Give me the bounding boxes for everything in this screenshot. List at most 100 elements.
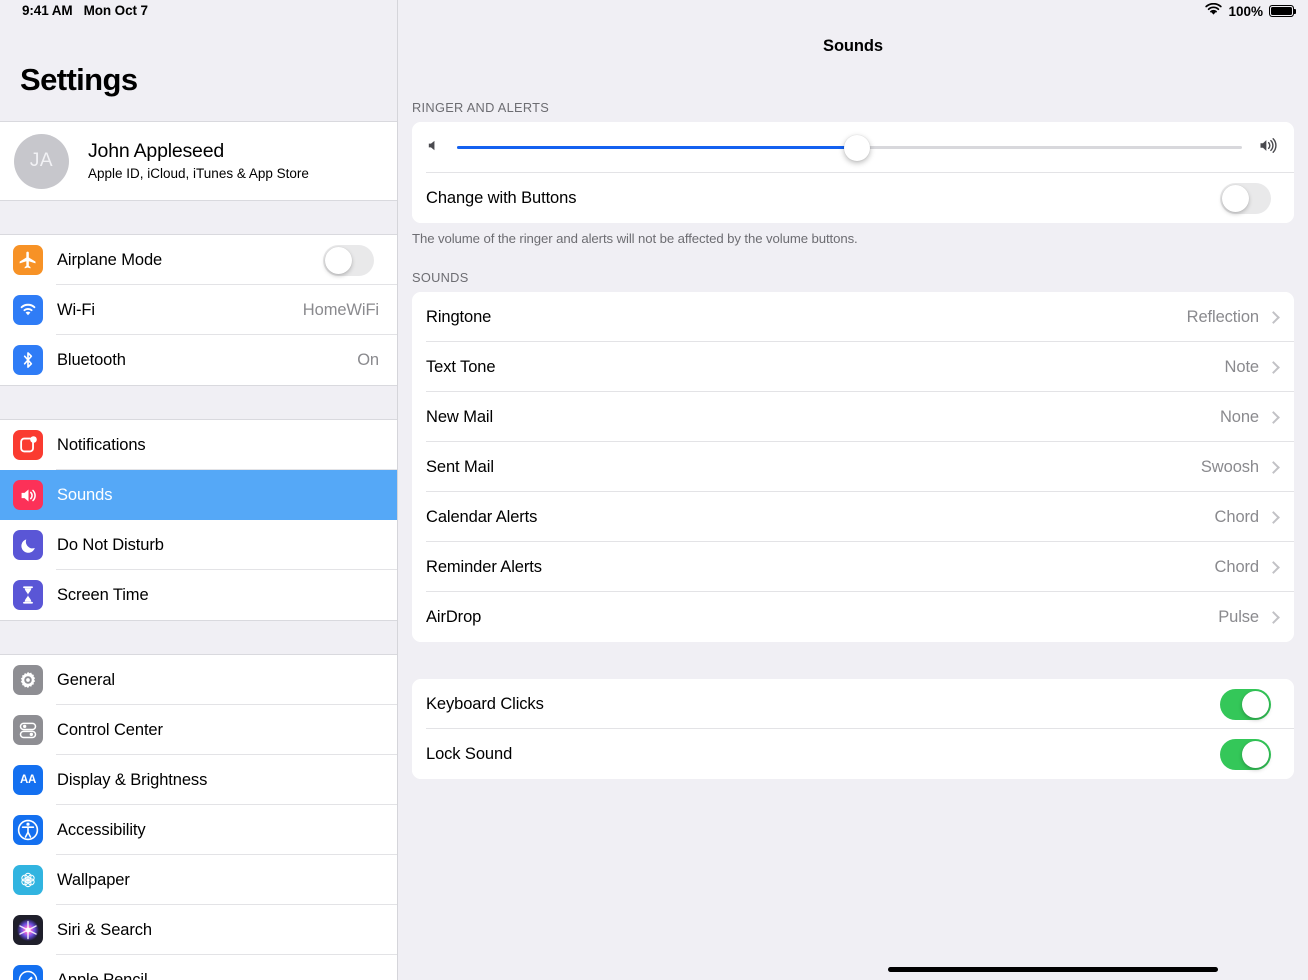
profile-text: John Appleseed Apple ID, iCloud, iTunes … <box>88 139 309 184</box>
chevron-right-icon <box>1267 310 1280 324</box>
sidebar-item-label: Siri & Search <box>57 920 152 939</box>
sidebar-item-bluetooth[interactable]: Bluetooth On <box>0 335 397 385</box>
chevron-right-icon <box>1267 360 1280 374</box>
wifi-icon <box>13 295 43 325</box>
gear-icon <box>13 665 43 695</box>
sound-row-label: Calendar Alerts <box>426 507 538 526</box>
speaker-low-icon <box>426 138 441 158</box>
sidebar-group-alerts: Notifications Sounds Do Not Disturb Scre… <box>0 419 397 621</box>
sidebar-item-screen-time[interactable]: Screen Time <box>0 570 397 620</box>
volume-slider-track[interactable] <box>457 134 1242 161</box>
table-row[interactable]: Calendar Alerts Chord <box>412 492 1294 542</box>
chevron-right-icon <box>1267 560 1280 574</box>
sound-row-label: Text Tone <box>426 357 496 376</box>
table-row[interactable]: Sent Mail Swoosh <box>412 442 1294 492</box>
apple-id-profile-row[interactable]: JA John Appleseed Apple ID, iCloud, iTun… <box>0 121 397 201</box>
sidebar-item-wifi[interactable]: Wi-Fi HomeWiFi <box>0 285 397 335</box>
ringer-section-footer: The volume of the ringer and alerts will… <box>412 231 858 246</box>
table-row[interactable]: New Mail None <box>412 392 1294 442</box>
sidebar-item-apple-pencil[interactable]: Apple Pencil <box>0 955 397 980</box>
sidebar-item-label: Wallpaper <box>57 870 130 889</box>
change-with-buttons-label: Change with Buttons <box>426 188 577 207</box>
sidebar-item-value: HomeWiFi <box>302 300 379 319</box>
sidebar-item-label: Accessibility <box>57 820 146 839</box>
sidebar-group-connectivity: Airplane Mode Wi-Fi HomeWiFi Bluetooth O… <box>0 234 397 386</box>
accessibility-icon <box>13 815 43 845</box>
apple-pencil-icon <box>13 965 43 980</box>
volume-slider-fill <box>457 146 858 149</box>
sound-row-label: New Mail <box>426 407 494 426</box>
table-row[interactable]: Reminder Alerts Chord <box>412 542 1294 592</box>
sidebar-item-airplane-mode[interactable]: Airplane Mode <box>0 235 397 285</box>
sound-toggles-card: Keyboard Clicks Lock Sound <box>412 679 1294 779</box>
sound-row-value: None <box>1219 407 1259 426</box>
table-row[interactable]: Text Tone Note <box>412 342 1294 392</box>
sounds-card: Ringtone Reflection Text Tone Note New M… <box>412 292 1294 642</box>
sidebar-item-label: General <box>57 670 116 689</box>
lock-sound-switch[interactable] <box>1220 738 1271 770</box>
profile-subtitle: Apple ID, iCloud, iTunes & App Store <box>88 165 309 181</box>
lock-sound-row[interactable]: Lock Sound <box>412 729 1294 779</box>
avatar: JA <box>14 133 69 189</box>
table-row[interactable]: AirDrop Pulse <box>412 592 1294 642</box>
sidebar-item-label: Wi-Fi <box>57 300 95 319</box>
switch-knob <box>1242 740 1269 768</box>
sidebar-item-sounds[interactable]: Sounds <box>0 470 397 520</box>
sound-row-value: Reflection <box>1186 307 1259 326</box>
sidebar-item-wallpaper[interactable]: Wallpaper <box>0 855 397 905</box>
keyboard-clicks-label: Keyboard Clicks <box>426 694 544 713</box>
chevron-right-icon <box>1267 460 1280 474</box>
bluetooth-icon <box>13 345 43 375</box>
sidebar-item-do-not-disturb[interactable]: Do Not Disturb <box>0 520 397 570</box>
moon-icon <box>13 530 43 560</box>
sidebar-item-display-brightness[interactable]: AA Display & Brightness <box>0 755 397 805</box>
sidebar-group-system: General Control Center AA Display & Brig… <box>0 654 397 980</box>
sound-row-value: Chord <box>1214 557 1260 576</box>
sidebar-item-label: Bluetooth <box>57 350 126 369</box>
ringer-volume-slider-row[interactable] <box>412 122 1294 173</box>
display-brightness-icon: AA <box>13 765 43 795</box>
sidebar-item-general[interactable]: General <box>0 655 397 705</box>
sidebar-item-label: Sounds <box>57 485 113 504</box>
sidebar-item-label: Notifications <box>57 435 146 454</box>
sidebar-item-notifications[interactable]: Notifications <box>0 420 397 470</box>
sound-row-value: Note <box>1224 357 1260 376</box>
group-spacer <box>0 621 397 654</box>
ringer-section-header: RINGER AND ALERTS <box>412 100 550 115</box>
volume-slider-knob[interactable] <box>844 134 871 161</box>
hourglass-icon <box>13 580 43 610</box>
control-center-icon <box>13 715 43 745</box>
sound-row-label: Ringtone <box>426 307 492 326</box>
chevron-right-icon <box>1267 510 1280 524</box>
home-indicator <box>888 966 1218 972</box>
switch-knob <box>1222 184 1249 212</box>
change-with-buttons-switch[interactable] <box>1220 182 1271 214</box>
airplane-icon <box>13 245 43 275</box>
speaker-high-icon <box>1258 137 1280 159</box>
siri-icon <box>13 915 43 945</box>
sound-row-value: Chord <box>1214 507 1260 526</box>
sidebar-item-label: Airplane Mode <box>57 250 163 269</box>
sound-row-label: AirDrop <box>426 607 482 626</box>
sidebar-item-control-center[interactable]: Control Center <box>0 705 397 755</box>
sidebar-item-value: On <box>357 350 379 369</box>
keyboard-clicks-switch[interactable] <box>1220 688 1271 720</box>
sound-row-label: Reminder Alerts <box>426 557 542 576</box>
sidebar-item-label: Control Center <box>57 720 163 739</box>
switch-knob <box>325 246 352 274</box>
sound-row-value: Swoosh <box>1200 457 1259 476</box>
sidebar-item-accessibility[interactable]: Accessibility <box>0 805 397 855</box>
settings-sidebar[interactable]: Settings JA John Appleseed Apple ID, iCl… <box>0 0 398 980</box>
sidebar-item-label: Display & Brightness <box>57 770 208 789</box>
switch-knob <box>1242 690 1269 718</box>
keyboard-clicks-row[interactable]: Keyboard Clicks <box>412 679 1294 729</box>
sidebar-item-label: Apple Pencil <box>57 970 148 980</box>
sidebar-item-siri-search[interactable]: Siri & Search <box>0 905 397 955</box>
table-row[interactable]: Ringtone Reflection <box>412 292 1294 342</box>
sounds-icon <box>13 480 43 510</box>
change-with-buttons-row[interactable]: Change with Buttons <box>412 173 1294 223</box>
airplane-mode-switch[interactable] <box>323 244 374 276</box>
notifications-icon <box>13 430 43 460</box>
profile-name: John Appleseed <box>88 139 224 162</box>
chevron-right-icon <box>1267 610 1280 624</box>
